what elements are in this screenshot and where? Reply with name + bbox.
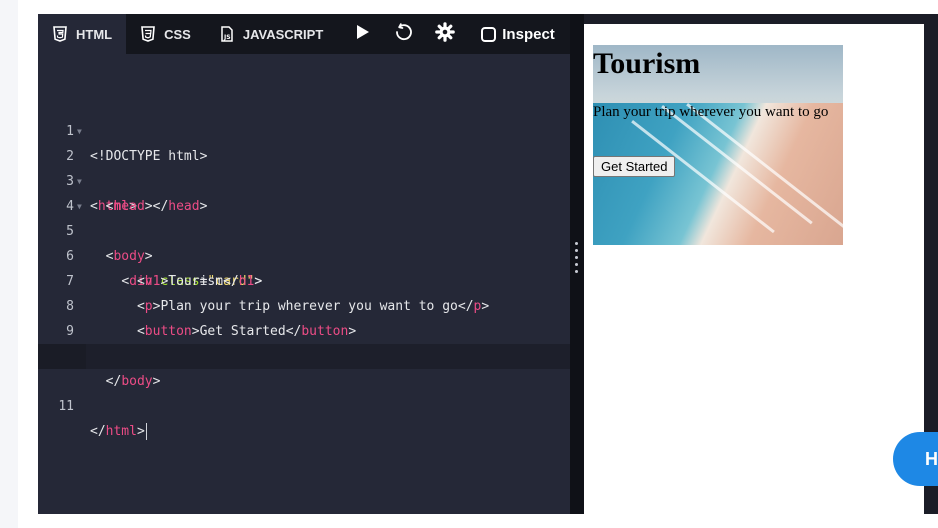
javascript-icon: JS [219, 26, 235, 42]
tab-label: CSS [164, 26, 191, 42]
code-line: 1 <!DOCTYPE html> [38, 94, 570, 164]
html5-icon [52, 26, 68, 42]
tab-javascript[interactable]: JS JAVASCRIPT [205, 14, 337, 54]
fold-arrow-icon[interactable]: ▼ [77, 119, 82, 144]
gear-icon [435, 21, 456, 47]
fold-arrow-icon[interactable]: ▼ [77, 169, 82, 194]
reset-icon [394, 22, 413, 46]
settings-button[interactable] [423, 14, 467, 54]
run-button[interactable] [343, 14, 383, 54]
fold-arrow-icon[interactable]: ▼ [77, 194, 82, 219]
inspect-label: Inspect [502, 25, 555, 43]
checkbox-icon [481, 26, 497, 42]
tab-label: JAVASCRIPT [242, 26, 324, 42]
code-line: 9 </div> [38, 294, 570, 364]
card-heading: Tourism [593, 47, 701, 80]
tag-token: body [121, 374, 153, 389]
drag-handle-icon[interactable] [575, 242, 578, 273]
current-line-gutter [38, 344, 86, 369]
code-editor[interactable]: 1 <!DOCTYPE html> 2 ▼ <html> 3 <head></h… [38, 94, 570, 514]
code-line: 5 ▼ <div class="card"> [38, 194, 570, 289]
tab-html[interactable]: HTML [38, 14, 127, 54]
pane-resizer[interactable] [570, 14, 584, 514]
help-button-label: H [925, 448, 938, 469]
help-button[interactable]: H [893, 432, 938, 486]
tag-token: html [105, 424, 137, 439]
code-line: 4 ▼ <body> [38, 169, 570, 264]
get-started-button[interactable]: Get Started [593, 156, 676, 177]
text-cursor [145, 423, 147, 440]
editor-toolbar: HTML CSS JS JAVASCRIPT Inspect [38, 14, 570, 54]
preview-document: Tourism Plan your trip wherever you want… [584, 24, 924, 514]
tab-css[interactable]: CSS [126, 14, 205, 54]
play-icon [356, 24, 370, 45]
card-paragraph: Plan your trip wherever you want to go [593, 104, 829, 120]
reset-button[interactable] [383, 14, 423, 54]
tab-label: HTML [76, 26, 113, 42]
code-line: 10 </body> [38, 319, 570, 389]
line-number: 11 [58, 399, 74, 414]
code-line: 2 ▼ <html> [38, 119, 570, 214]
code-line: 6 <h1>Tourism</h1> [38, 219, 570, 289]
line-code: </html> [90, 423, 147, 440]
preview-pane: Tourism Plan your trip wherever you want… [584, 14, 938, 514]
line-code: </body> [105, 374, 161, 389]
inspect-toggle[interactable]: Inspect [481, 14, 555, 54]
svg-text:JS: JS [223, 34, 231, 41]
code-line: 8 <button>Get Started</button> [38, 269, 570, 339]
tourism-card: Tourism Plan your trip wherever you want… [593, 45, 843, 245]
code-line: 3 <head></head> [38, 144, 570, 214]
code-editor-panel: HTML CSS JS JAVASCRIPT Inspect 1 <!DOCTY… [38, 14, 570, 514]
code-line-current: 11 </html> [38, 344, 570, 440]
css3-icon [140, 26, 156, 42]
code-line: 7 <p>Plan your trip wherever you want to… [38, 244, 570, 314]
